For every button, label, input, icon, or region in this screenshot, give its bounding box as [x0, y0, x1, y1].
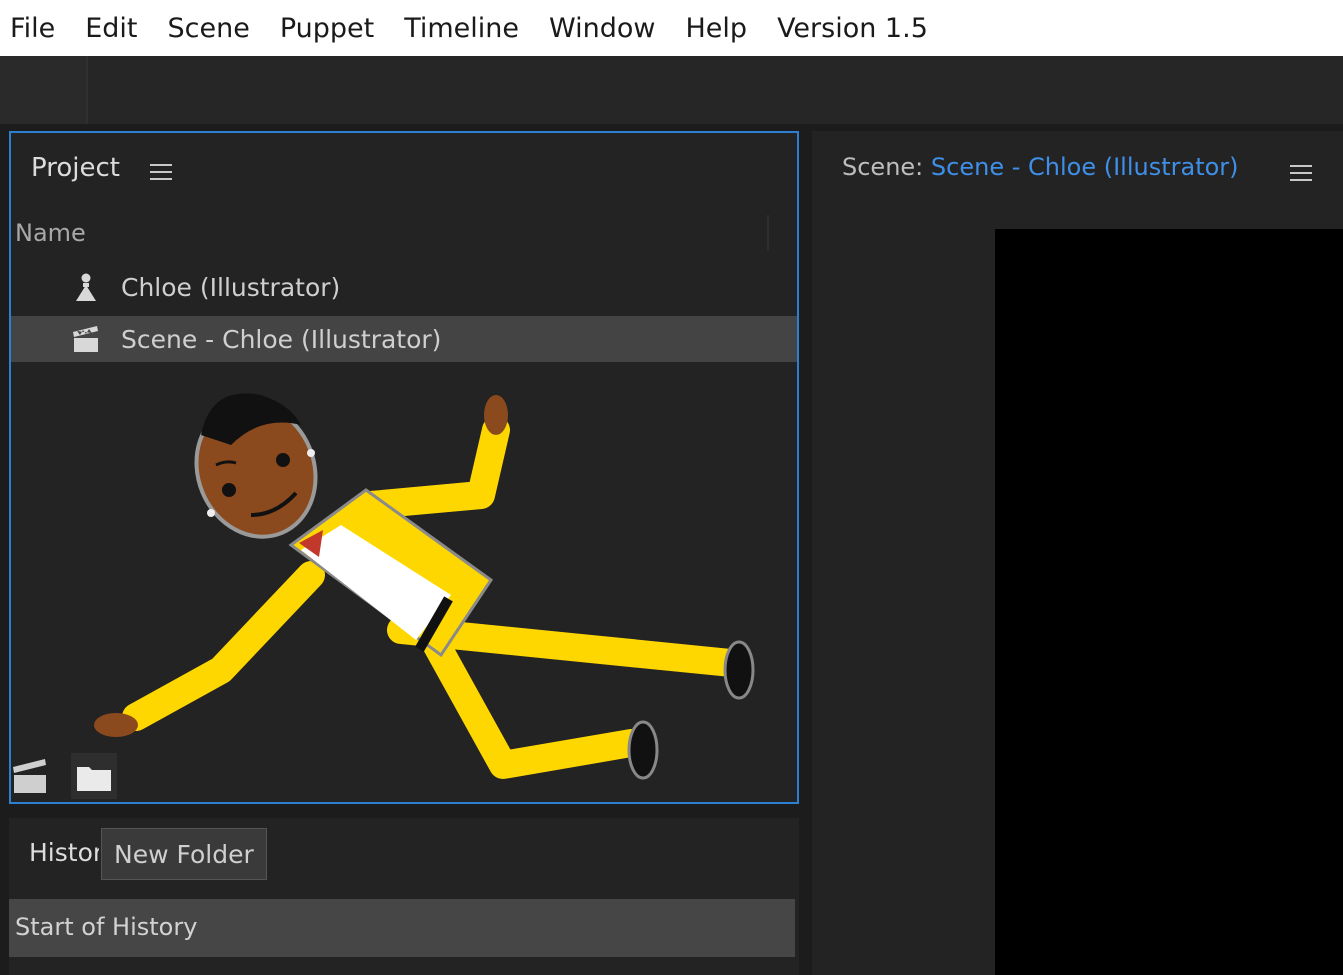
project-item-scene[interactable]: Scene - Chloe (Illustrator): [11, 316, 797, 362]
menu-bar: File Edit Scene Puppet Timeline Window H…: [0, 0, 1343, 57]
menu-help[interactable]: Help: [686, 13, 748, 44]
scene-name-link[interactable]: Scene - Chloe (Illustrator): [931, 153, 1239, 181]
menu-puppet[interactable]: Puppet: [280, 13, 374, 44]
menu-file[interactable]: File: [10, 13, 55, 44]
version-label: Version 1.5: [777, 12, 928, 44]
column-divider[interactable]: [767, 215, 769, 251]
new-folder-tooltip: New Folder: [101, 828, 267, 880]
toolbar: [0, 56, 1343, 124]
history-panel: History New Folder Start of History: [9, 818, 799, 975]
puppet-preview-image: [94, 393, 755, 780]
clapperboard-icon: [73, 326, 98, 352]
name-column-header[interactable]: Name: [15, 219, 86, 247]
project-item-puppet[interactable]: Chloe (Illustrator): [11, 264, 797, 310]
scene-stage[interactable]: [995, 229, 1343, 975]
history-item-label: Start of History: [15, 913, 198, 941]
project-item-label: Chloe (Illustrator): [121, 272, 341, 302]
menu-window[interactable]: Window: [549, 13, 655, 44]
project-menu-icon[interactable]: [150, 164, 172, 180]
menu-edit[interactable]: Edit: [85, 13, 137, 44]
scene-menu-icon[interactable]: [1290, 165, 1312, 181]
menu-timeline[interactable]: Timeline: [404, 13, 519, 44]
project-panel-title: Project: [31, 153, 120, 183]
scene-panel: Scene: Scene - Chloe (Illustrator): [812, 131, 1343, 975]
new-folder-icon[interactable]: [71, 753, 117, 799]
menu-scene[interactable]: Scene: [167, 13, 249, 44]
history-item[interactable]: Start of History: [9, 899, 795, 957]
scene-label: Scene:: [842, 153, 924, 181]
new-scene-icon[interactable]: [11, 753, 57, 799]
project-item-label: Scene - Chloe (Illustrator): [121, 324, 442, 354]
puppet-icon: [76, 273, 96, 301]
scene-panel-title: Scene: Scene - Chloe (Illustrator): [842, 153, 1239, 181]
project-panel: Project Name Chloe (Illustrator) Scene -…: [9, 131, 799, 804]
history-panel-title: History: [29, 838, 99, 867]
toolbar-grip[interactable]: [0, 56, 88, 124]
